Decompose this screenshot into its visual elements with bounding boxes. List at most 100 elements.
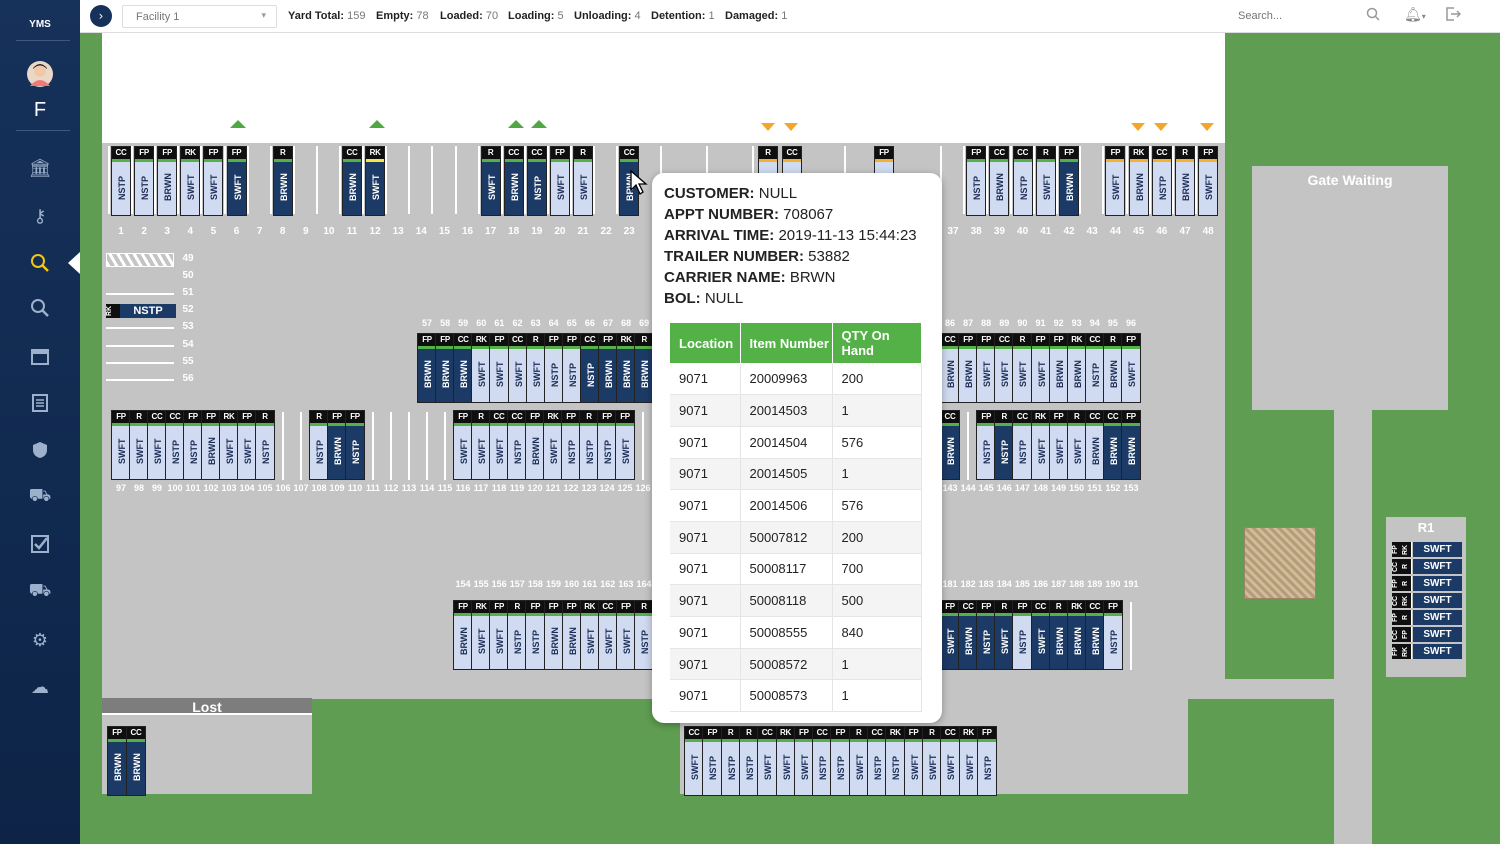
trailer[interactable]: CC SWFT — [757, 726, 778, 796]
trailer[interactable]: RK SWFT — [775, 726, 796, 796]
trailer[interactable]: CC BRWN — [940, 410, 960, 480]
trailer[interactable]: FP BRWN — [1121, 410, 1141, 480]
trailer[interactable]: FP SWFT — [940, 600, 960, 670]
trailer[interactable]: RK SWFT — [365, 146, 386, 216]
yms-logo[interactable]: YMS — [24, 8, 56, 40]
trailer[interactable]: RK BRWN — [1128, 146, 1149, 216]
trailer[interactable]: R SWFT — [573, 146, 593, 216]
trailer[interactable]: CC NSTP — [579, 333, 600, 403]
trailer[interactable]: FP SWFT — [615, 410, 635, 480]
trailer[interactable]: FP BRWN — [1048, 333, 1069, 403]
trailer[interactable]: CC BRWN — [1084, 410, 1105, 480]
trailer[interactable]: CC BRWN — [1102, 410, 1123, 480]
trailer[interactable]: FP SWFT — [615, 600, 636, 670]
trailer[interactable]: R BRWN — [1102, 333, 1123, 403]
trailer[interactable]: CC SWFT — [507, 333, 528, 403]
trailer[interactable]: FP SWFT — [793, 726, 814, 796]
trailer[interactable]: FP SWFT — [489, 333, 510, 403]
truck-fast-icon[interactable]: ⛟ — [24, 481, 56, 513]
trailer[interactable]: FP BRWN — [107, 726, 127, 796]
trailer[interactable]: R BRWN — [1175, 146, 1195, 216]
key-icon[interactable]: ⚷ — [24, 200, 56, 232]
trailer[interactable]: R SWFT — [994, 600, 1015, 670]
trailer[interactable]: FP BRWN — [525, 410, 545, 480]
trailer[interactable]: CC NSTP — [1084, 333, 1105, 403]
r1-trailer[interactable]: CC RK SWFT — [1392, 593, 1462, 608]
trailer[interactable]: CC NSTP — [507, 410, 527, 480]
trailer[interactable]: FP BRWN — [1059, 146, 1079, 216]
r1-trailer[interactable]: FP R SWFT — [1392, 610, 1462, 625]
trailer[interactable]: R SWFT — [848, 726, 869, 796]
trailer[interactable]: FP NSTP — [345, 410, 365, 480]
trailer[interactable]: FP SWFT — [489, 600, 510, 670]
trailer[interactable]: CC SWFT — [994, 333, 1015, 403]
cloud-upload-icon[interactable]: ☁ — [24, 671, 56, 703]
trailer[interactable]: CC BRWN — [1084, 600, 1105, 670]
trailer[interactable]: FP BRWN — [543, 600, 564, 670]
trailer[interactable]: R NSTP — [634, 600, 654, 670]
trailer[interactable]: R NSTP — [579, 410, 599, 480]
trailer[interactable]: CC NSTP — [1151, 146, 1172, 216]
r1-trailer[interactable]: CC FP SWFT — [1392, 627, 1462, 642]
trailer[interactable]: FP NSTP — [830, 726, 851, 796]
trailer[interactable]: FP SWFT — [1198, 146, 1219, 216]
trailer[interactable]: CC NSTP — [1012, 410, 1033, 480]
trailer[interactable]: FP NSTP — [1012, 600, 1033, 670]
gear-icon[interactable]: ⚙ — [24, 624, 56, 656]
trailer[interactable]: CC NSTP — [165, 410, 185, 480]
trailer[interactable]: FP BRWN — [327, 410, 347, 480]
trailer[interactable]: R NSTP — [309, 410, 329, 480]
trailer[interactable]: CC SWFT — [940, 726, 961, 796]
facility-select[interactable]: Facility 1 ▾ — [122, 5, 277, 28]
search-yard-icon[interactable] — [24, 247, 56, 279]
trailer[interactable]: RK BRWN — [616, 333, 637, 403]
trailer[interactable]: CC BRWN — [503, 146, 524, 216]
trailer[interactable]: FP SWFT — [903, 726, 924, 796]
trailer[interactable]: FP SWFT — [237, 410, 257, 480]
trailer[interactable]: FP BRWN — [561, 600, 582, 670]
trailer[interactable]: CC SWFT — [597, 600, 618, 670]
trailer[interactable]: FP BRWN — [958, 333, 979, 403]
trailer[interactable]: CC NSTP — [1012, 146, 1033, 216]
trailer[interactable]: RK SWFT — [180, 146, 201, 216]
document-icon[interactable] — [24, 387, 56, 419]
trailer[interactable]: FP BRWN — [598, 333, 618, 403]
expand-sidebar-button[interactable]: › — [90, 5, 112, 27]
trailer[interactable]: CC BRWN — [940, 333, 960, 403]
trailer[interactable]: RK SWFT — [471, 333, 492, 403]
trailer[interactable]: R SWFT — [1012, 333, 1033, 403]
trailer[interactable]: FP BRWN — [417, 333, 437, 403]
trailer[interactable]: FP NSTP — [183, 410, 203, 480]
trailer[interactable]: FP BRWN — [201, 410, 221, 480]
trailer[interactable]: RK SWFT — [958, 726, 979, 796]
truck-icon[interactable]: ⛟ — [24, 576, 56, 608]
trailer[interactable]: FP NSTP — [597, 410, 617, 480]
r1-trailer[interactable]: CC R SWFT — [1392, 559, 1462, 574]
bank-icon[interactable]: 🏛 — [24, 152, 56, 184]
trailer[interactable]: FP NSTP — [561, 410, 581, 480]
trailer[interactable]: FP SWFT — [453, 410, 473, 480]
trailer[interactable]: FP NSTP — [134, 146, 155, 216]
trailer[interactable]: R SWFT — [921, 726, 942, 796]
trailer[interactable]: R SWFT — [129, 410, 149, 480]
search-icon[interactable] — [24, 292, 56, 324]
trailer[interactable]: R SWFT — [471, 410, 491, 480]
trailer[interactable]: FP NSTP — [966, 146, 987, 216]
trailer[interactable]: CC SWFT — [147, 410, 167, 480]
trailer[interactable]: FP SWFT — [976, 333, 997, 403]
trailer[interactable]: RK SWFT — [471, 600, 492, 670]
trailer[interactable]: FP NSTP — [1102, 600, 1123, 670]
trailer[interactable]: R BRWN — [272, 146, 293, 216]
trailer[interactable]: FP SWFT — [203, 146, 224, 216]
trailer[interactable]: FP NSTP — [543, 333, 564, 403]
trailer[interactable]: R NSTP — [255, 410, 275, 480]
trailer[interactable]: CC NSTP — [867, 726, 887, 796]
trailer[interactable]: R NSTP — [738, 726, 759, 796]
trailer[interactable]: CC BRWN — [958, 600, 979, 670]
r1-trailer[interactable]: FP R SWFT — [1392, 576, 1462, 591]
trailer[interactable]: FP BRWN — [453, 600, 473, 670]
trailer[interactable]: R NSTP — [720, 726, 741, 796]
avatar[interactable] — [24, 58, 56, 90]
trailer[interactable]: FP SWFT — [1105, 146, 1126, 216]
trailer[interactable]: CC SWFT — [489, 410, 509, 480]
